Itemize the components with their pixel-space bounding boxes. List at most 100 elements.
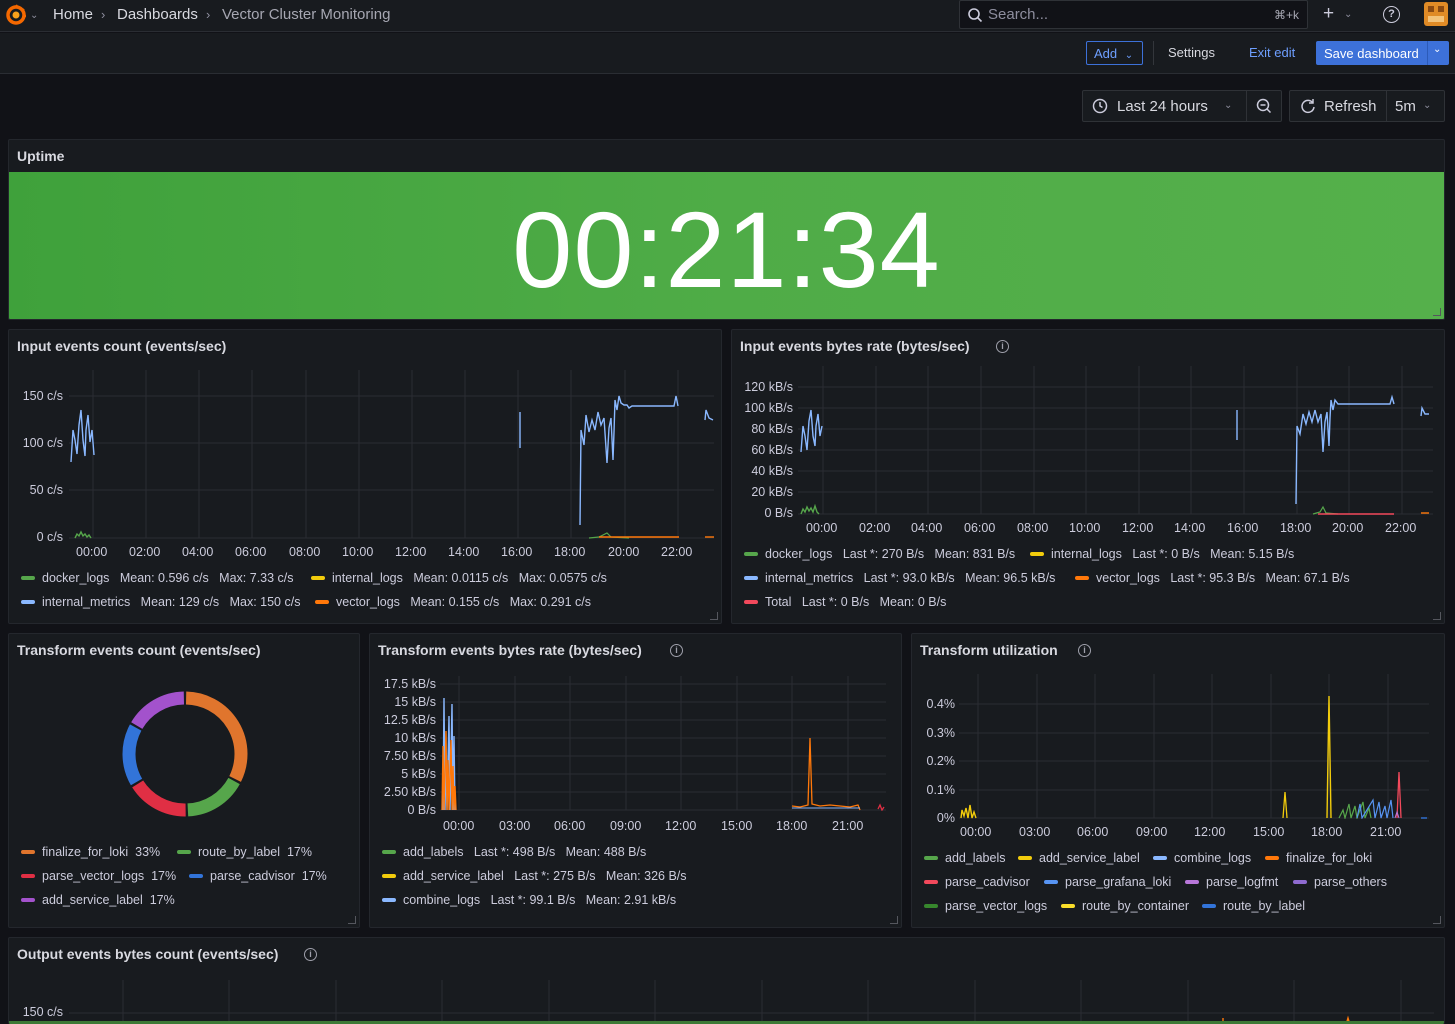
x-tick-label: 12:00 <box>1122 521 1154 535</box>
panel-resize-handle[interactable] <box>348 916 356 924</box>
y-tick-label: 80 kB/s <box>751 422 793 436</box>
donut-slice-route-by-label[interactable] <box>187 777 240 817</box>
donut-slice-parse-vector-logs[interactable] <box>132 780 186 817</box>
legend-item[interactable]: parse_cadvisor 17% <box>189 869 327 883</box>
refresh-interval[interactable]: 5m <box>1395 98 1416 115</box>
legend-item[interactable]: docker_logs Last *: 270 B/s Mean: 831 B/… <box>744 547 1015 561</box>
x-tick-label: 09:00 <box>610 819 642 833</box>
legend-item[interactable]: finalize_for_loki 33% <box>21 845 160 859</box>
info-icon[interactable]: i <box>996 340 1009 353</box>
zoom-out-icon[interactable] <box>1255 97 1273 115</box>
help-icon[interactable]: ? <box>1383 6 1400 23</box>
legend-item[interactable]: add_service_label Last *: 275 B/s Mean: … <box>382 869 687 883</box>
legend-item[interactable]: internal_logs Last *: 0 B/s Mean: 5.15 B… <box>1030 547 1294 561</box>
legend-stats: Last *: 99.1 B/s Mean: 2.91 kB/s <box>490 893 677 907</box>
input-bytes-chart[interactable] <box>798 366 1438 516</box>
legend-item[interactable]: add_service_label 17% <box>21 893 175 907</box>
output-bytes-chart[interactable] <box>69 980 1439 1024</box>
legend-item[interactable]: parse_logfmt <box>1185 875 1278 889</box>
legend-item[interactable]: parse_grafana_loki <box>1044 875 1171 889</box>
legend-swatch <box>1075 575 1089 580</box>
refresh-interval-chevron-icon[interactable]: ⌄ <box>1423 100 1431 111</box>
legend-item[interactable]: route_by_label 17% <box>177 845 312 859</box>
y-tick-label: 0.1% <box>926 783 956 797</box>
time-range-chevron-icon: ⌄ <box>1224 100 1233 111</box>
transform-count-donut-chart[interactable] <box>115 684 255 824</box>
refresh-icon[interactable] <box>1299 97 1317 115</box>
legend-item[interactable]: parse_vector_logs 17% <box>21 869 176 883</box>
y-tick-label: 2.50 kB/s <box>383 785 436 799</box>
logo-chevron-down-icon[interactable]: ⌄ <box>30 10 38 21</box>
donut-slice-add-service-label[interactable] <box>131 691 185 730</box>
panel-resize-handle[interactable] <box>1433 308 1441 316</box>
legend-item[interactable]: internal_metrics Last *: 93.0 kB/s Mean:… <box>744 571 1055 585</box>
add-button[interactable]: Add ⌄ <box>1086 41 1143 65</box>
transform-utilization-chart[interactable] <box>959 674 1434 819</box>
legend-item[interactable]: route_by_label <box>1202 899 1305 913</box>
legend-item[interactable]: combine_logs Last *: 99.1 B/s Mean: 2.91… <box>382 893 676 907</box>
panel-resize-handle[interactable] <box>710 612 718 620</box>
legend-item[interactable]: add_labels Last *: 498 B/s Mean: 488 B/s <box>382 845 646 859</box>
save-dashboard-button[interactable]: Save dashboard ⌄ <box>1316 41 1449 65</box>
legend-swatch <box>21 897 35 902</box>
y-tick-label: 0.3% <box>926 726 956 740</box>
legend-item[interactable]: route_by_container <box>1061 899 1189 913</box>
time-range-label: Last 24 hours <box>1117 98 1208 115</box>
legend-item[interactable]: parse_cadvisor <box>924 875 1030 889</box>
x-tick-label: 15:00 <box>1253 825 1285 839</box>
legend-item[interactable]: Total Last *: 0 B/s Mean: 0 B/s <box>744 595 946 609</box>
donut-slice-parse-cadvisor[interactable] <box>122 724 143 786</box>
refresh-button[interactable]: Refresh <box>1324 98 1377 115</box>
avatar[interactable] <box>1424 2 1448 26</box>
legend-item[interactable]: internal_metrics Mean: 129 c/s Max: 150 … <box>21 595 300 609</box>
donut-slice-finalize-for-loki[interactable] <box>185 691 248 782</box>
breadcrumb-home[interactable]: Home <box>53 6 93 23</box>
save-options-chevron-icon[interactable]: ⌄ <box>1433 44 1441 55</box>
legend-item[interactable]: finalize_for_loki <box>1265 851 1372 865</box>
exit-edit-button[interactable]: Exit edit <box>1249 45 1295 60</box>
y-tick-label: 15 kB/s <box>394 695 436 709</box>
legend-swatch <box>1293 879 1307 884</box>
time-range-picker[interactable]: Last 24 hours ⌄ <box>1082 90 1282 122</box>
info-icon[interactable]: i <box>670 644 683 657</box>
breadcrumb-dashboards[interactable]: Dashboards <box>117 6 198 23</box>
legend-series-name: parse_vector_logs <box>945 899 1048 913</box>
panel-resize-handle[interactable] <box>1433 916 1441 924</box>
legend-item[interactable]: internal_logs Mean: 0.0115 c/s Max: 0.05… <box>311 571 607 585</box>
new-chevron-down-icon[interactable]: ⌄ <box>1344 9 1352 20</box>
legend-item[interactable]: vector_logs Last *: 95.3 B/s Mean: 67.1 … <box>1075 571 1350 585</box>
legend-item[interactable]: parse_others <box>1293 875 1387 889</box>
y-tick-label: 120 kB/s <box>744 380 793 394</box>
refresh-picker[interactable]: Refresh 5m ⌄ <box>1289 90 1445 122</box>
transform-events-bytes-panel: Transform events bytes rate (bytes/sec) … <box>369 633 902 928</box>
info-icon[interactable]: i <box>304 948 317 961</box>
legend-series-name: add_labels <box>403 845 464 859</box>
panel-title: Transform events bytes rate (bytes/sec) <box>378 642 642 658</box>
x-tick-label: 20:00 <box>608 545 640 559</box>
legend-item[interactable]: docker_logs Mean: 0.596 c/s Max: 7.33 c/… <box>21 571 294 585</box>
legend-swatch <box>21 599 35 604</box>
uptime-value: 00:21:34 <box>512 189 941 310</box>
output-events-bytes-panel: Output events bytes count (events/sec) i… <box>8 937 1445 1024</box>
legend-item[interactable]: parse_vector_logs <box>924 899 1047 913</box>
new-plus-icon[interactable]: + <box>1323 3 1334 25</box>
legend-item[interactable]: add_service_label <box>1018 851 1140 865</box>
x-tick-label: 00:00 <box>960 825 992 839</box>
input-count-chart[interactable] <box>69 370 719 540</box>
grafana-logo-icon[interactable] <box>4 3 28 27</box>
search-input[interactable]: Search... ⌘+k <box>959 0 1308 29</box>
transform-bytes-chart[interactable] <box>440 676 890 811</box>
panel-resize-handle[interactable] <box>1433 612 1441 620</box>
legend-series-name: parse_cadvisor <box>945 875 1030 889</box>
legend-swatch <box>924 879 938 884</box>
legend-stats: Last *: 498 B/s Mean: 488 B/s <box>473 845 647 859</box>
legend-item[interactable]: combine_logs <box>1153 851 1251 865</box>
panel-resize-handle[interactable] <box>890 916 898 924</box>
legend-swatch <box>1202 903 1216 908</box>
legend-item[interactable]: add_labels <box>924 851 1005 865</box>
panel-title: Input events bytes rate (bytes/sec) <box>740 338 970 354</box>
y-tick-label: 7.50 kB/s <box>383 749 436 763</box>
info-icon[interactable]: i <box>1078 644 1091 657</box>
settings-button[interactable]: Settings <box>1168 45 1215 60</box>
legend-item[interactable]: vector_logs Mean: 0.155 c/s Max: 0.291 c… <box>315 595 591 609</box>
